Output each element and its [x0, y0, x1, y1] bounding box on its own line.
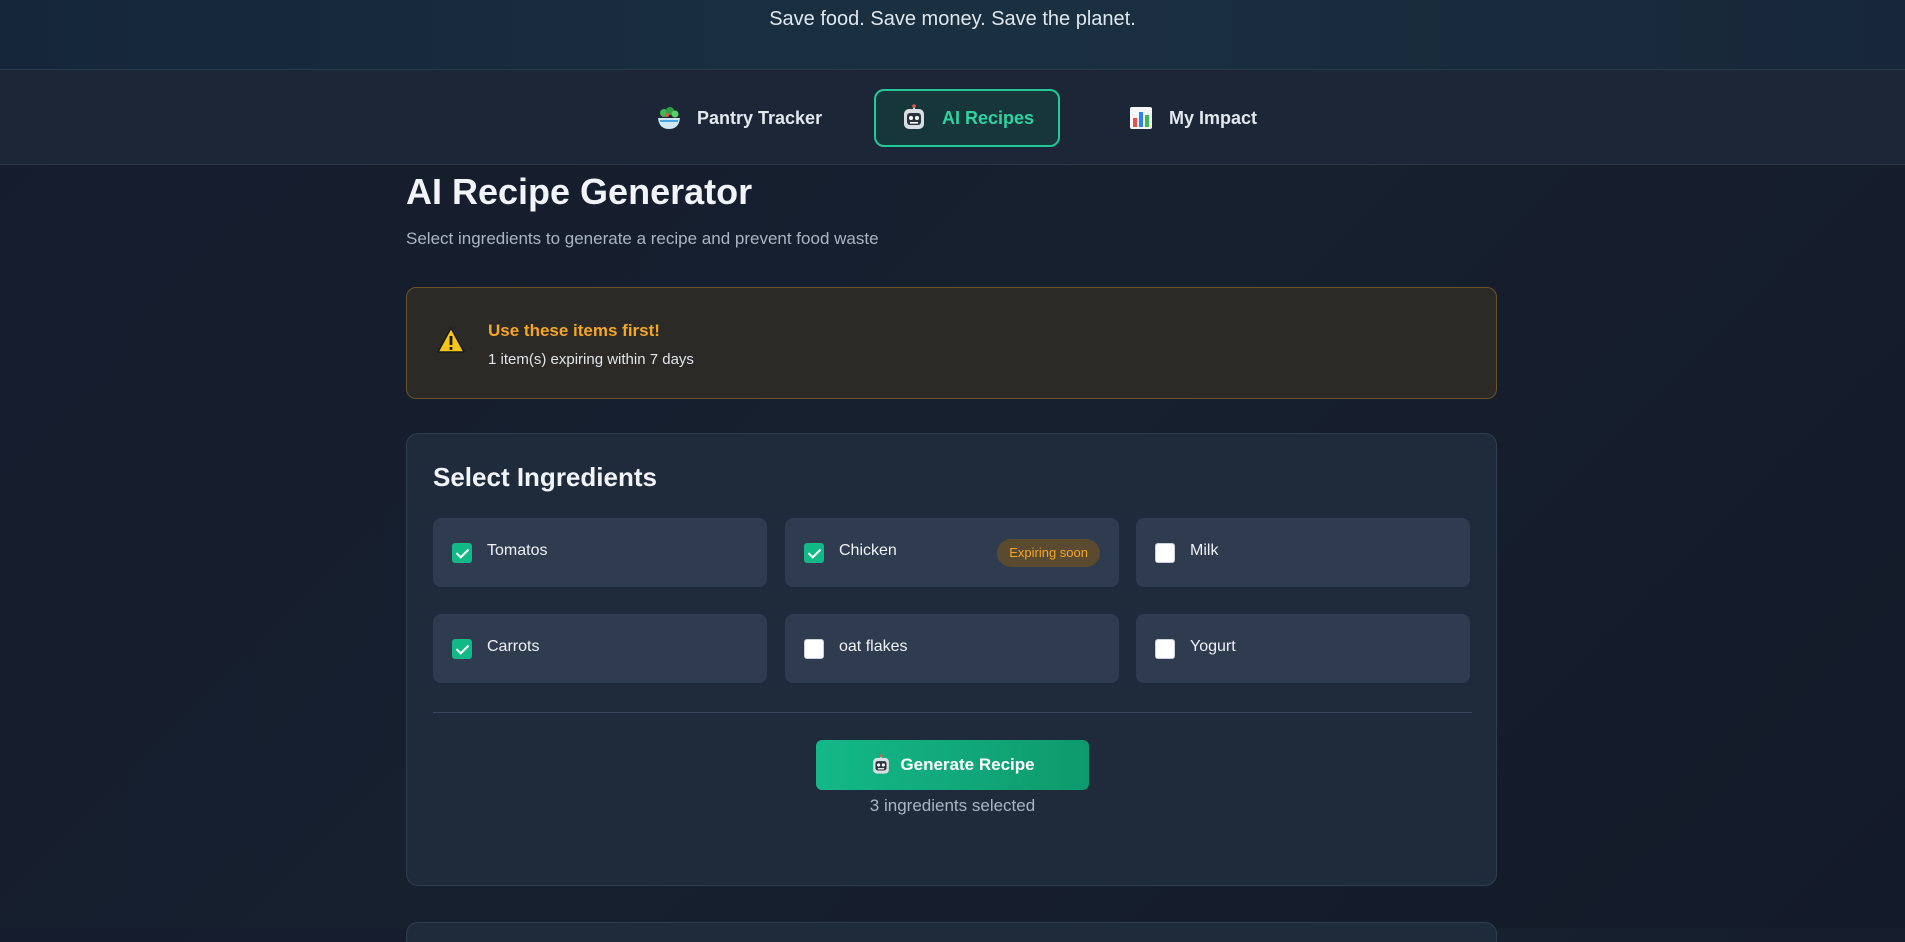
- ingredient-chicken[interactable]: Chicken Expiring soon: [785, 518, 1119, 587]
- ingredient-name: Milk: [1190, 542, 1219, 559]
- robot-icon: [870, 754, 892, 776]
- generate-recipe-button[interactable]: Generate Recipe: [816, 740, 1089, 790]
- bar-chart-icon: [1127, 104, 1155, 132]
- panel-title: Select Ingredients: [433, 462, 657, 492]
- tab-label: Pantry Tracker: [697, 107, 823, 128]
- tab-pantry-tracker[interactable]: Pantry Tracker: [631, 89, 846, 147]
- generate-label: Generate Recipe: [900, 755, 1035, 774]
- salad-bowl-icon: [655, 104, 683, 132]
- tagline: Save food. Save money. Save the planet.: [769, 8, 1136, 30]
- ingredients-panel: Select Ingredients Tomatos Chicken Expir…: [406, 433, 1497, 886]
- ingredient-name: Chicken: [839, 542, 897, 559]
- robot-icon: [900, 104, 928, 132]
- ingredient-name: oat flakes: [839, 638, 908, 655]
- ingredient-checkbox[interactable]: [452, 543, 472, 563]
- ingredient-carrots[interactable]: Carrots: [433, 614, 767, 683]
- ingredient-checkbox[interactable]: [452, 639, 472, 659]
- ingredient-checkbox[interactable]: [804, 639, 824, 659]
- ingredient-tomatos[interactable]: Tomatos: [433, 518, 767, 587]
- top-header: Save food. Save money. Save the planet.: [0, 0, 1905, 70]
- ingredient-name: Tomatos: [487, 542, 548, 559]
- alert-title: Use these items first!: [488, 321, 660, 340]
- ingredient-oat-flakes[interactable]: oat flakes: [785, 614, 1119, 683]
- ingredient-name: Carrots: [487, 638, 540, 655]
- tab-my-impact[interactable]: My Impact: [1103, 89, 1281, 147]
- tab-label: AI Recipes: [942, 107, 1035, 128]
- tab-label: My Impact: [1169, 107, 1258, 128]
- warning-icon: [437, 327, 465, 353]
- main-nav: Pantry Tracker AI Recipes My Impact: [0, 70, 1905, 165]
- expiring-badge: Expiring soon: [997, 539, 1100, 567]
- page-subtitle: Select ingredients to generate a recipe …: [406, 229, 879, 248]
- alert-text: 1 item(s) expiring within 7 days: [488, 351, 694, 368]
- tab-ai-recipes[interactable]: AI Recipes: [874, 89, 1061, 147]
- ingredient-checkbox[interactable]: [1155, 543, 1175, 563]
- ingredient-milk[interactable]: Milk: [1136, 518, 1470, 587]
- ingredient-name: Yogurt: [1190, 638, 1236, 655]
- recipe-result-panel: [406, 922, 1497, 942]
- expiring-alert: Use these items first! 1 item(s) expirin…: [406, 287, 1497, 399]
- divider: [433, 712, 1472, 713]
- ingredient-checkbox[interactable]: [804, 543, 824, 563]
- selected-count: 3 ingredients selected: [869, 796, 1036, 815]
- ingredient-yogurt[interactable]: Yogurt: [1136, 614, 1470, 683]
- page-title: AI Recipe Generator: [406, 171, 753, 212]
- ingredient-checkbox[interactable]: [1155, 639, 1175, 659]
